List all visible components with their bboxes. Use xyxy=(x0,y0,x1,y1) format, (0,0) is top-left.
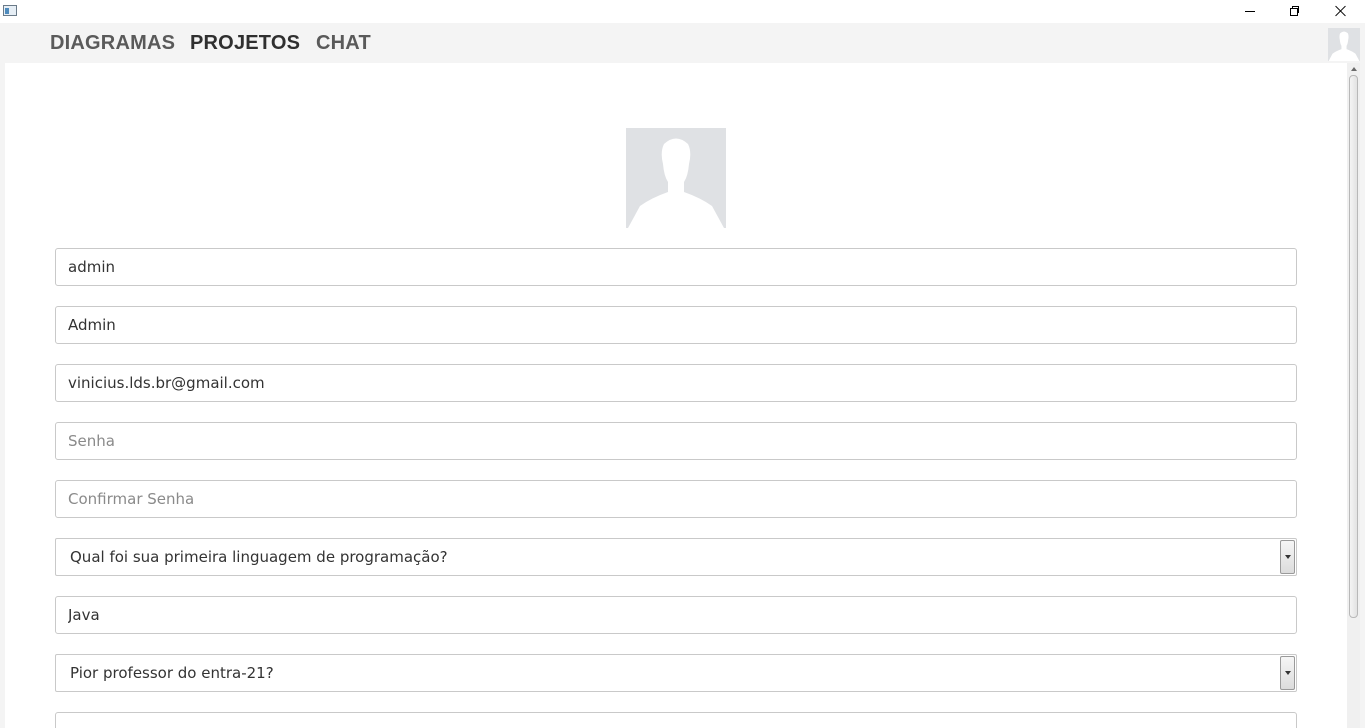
minimize-button[interactable] xyxy=(1227,0,1273,22)
user-silhouette-icon xyxy=(628,138,724,228)
security-question-1-select[interactable]: Qual foi sua primeira linguagem de progr… xyxy=(55,538,1297,576)
security-answer-1-field[interactable] xyxy=(55,596,1297,634)
nav-item-chat[interactable]: CHAT xyxy=(316,32,371,55)
chevron-down-icon xyxy=(1284,671,1291,675)
scroll-up-button[interactable] xyxy=(1347,63,1360,74)
security-question-2-select[interactable]: Pior professor do entra-21? xyxy=(55,654,1297,692)
security-question-2-value: Pior professor do entra-21? xyxy=(70,664,274,682)
close-icon xyxy=(1335,5,1347,17)
restore-icon xyxy=(1290,6,1300,16)
chevron-down-icon xyxy=(1284,555,1291,559)
nav-item-diagramas[interactable]: DIAGRAMAS xyxy=(50,32,175,55)
confirm-password-field[interactable] xyxy=(55,480,1297,518)
restore-button[interactable] xyxy=(1272,0,1318,22)
user-avatar-icon[interactable] xyxy=(1328,28,1360,61)
title-bar xyxy=(0,0,1365,23)
app-window: DIAGRAMAS PROJETOS CHAT Qual foi sua pri… xyxy=(0,0,1365,728)
dropdown-button[interactable] xyxy=(1280,656,1295,690)
minimize-icon xyxy=(1245,10,1255,12)
name-field[interactable] xyxy=(55,306,1297,344)
profile-photo[interactable] xyxy=(626,128,726,228)
scroll-thumb[interactable] xyxy=(1349,75,1358,618)
app-icon xyxy=(3,5,17,16)
password-field[interactable] xyxy=(55,422,1297,460)
vertical-scrollbar[interactable] xyxy=(1347,63,1360,728)
chevron-up-icon xyxy=(1350,66,1357,71)
username-field[interactable] xyxy=(55,248,1297,286)
top-nav: DIAGRAMAS PROJETOS CHAT xyxy=(0,23,1365,63)
email-field[interactable] xyxy=(55,364,1297,402)
close-button[interactable] xyxy=(1318,0,1364,22)
security-answer-2-field[interactable] xyxy=(55,712,1297,728)
profile-form: Qual foi sua primeira linguagem de progr… xyxy=(5,63,1347,728)
security-question-1-value: Qual foi sua primeira linguagem de progr… xyxy=(70,548,448,566)
nav-item-projetos[interactable]: PROJETOS xyxy=(190,32,300,55)
dropdown-button[interactable] xyxy=(1280,540,1295,574)
